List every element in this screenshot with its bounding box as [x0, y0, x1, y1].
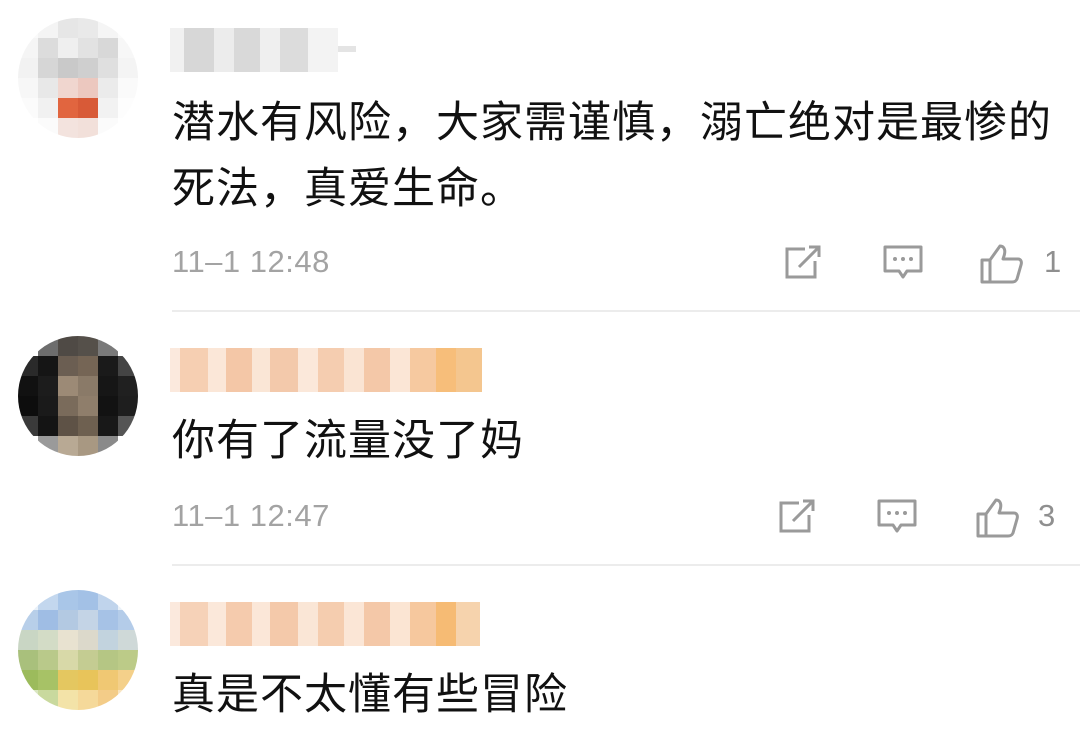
comment-time: 11–1 12:47: [172, 498, 330, 533]
like-count: 1: [1044, 244, 1062, 279]
avatar[interactable]: [18, 336, 138, 456]
divider: [172, 310, 1080, 312]
share-icon[interactable]: [772, 492, 822, 542]
like-icon[interactable]: [972, 492, 1022, 542]
avatar[interactable]: [18, 590, 138, 710]
reply-icon[interactable]: [872, 492, 922, 542]
divider: [172, 564, 1080, 566]
share-icon[interactable]: [778, 238, 828, 288]
reply-icon[interactable]: [878, 238, 928, 288]
username-redacted[interactable]: [170, 602, 480, 646]
comment-meta: 11–1 12:47 3: [172, 492, 1062, 542]
username-redacted[interactable]: [170, 348, 482, 392]
comment-time: 11–1 12:48: [172, 244, 330, 279]
avatar[interactable]: [18, 18, 138, 138]
comment-text: 你有了流量没了妈: [172, 416, 524, 466]
comment-text: 真是不太懂有些冒险: [172, 670, 568, 720]
like-count: 3: [1038, 498, 1056, 533]
like-icon[interactable]: [976, 238, 1026, 288]
username-redacted[interactable]: [170, 28, 356, 72]
comment-text: 潜水有风险，大家需谨慎，溺亡绝对是最惨的死法，真爱生命。: [172, 98, 1052, 214]
comment-meta: 11–1 12:48 1: [172, 238, 1062, 288]
